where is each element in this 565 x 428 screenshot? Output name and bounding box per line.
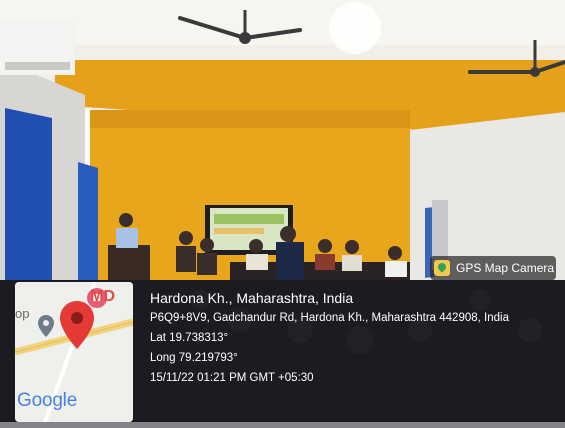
full-address: P6Q9+8V9, Gadchandur Rd, Hardona Kh., Ma… [150, 312, 509, 324]
app-badge-label: GPS Map Camera [456, 261, 555, 275]
timestamp: 15/11/22 01:21 PM GMT +05:30 [150, 372, 314, 384]
place-marker-icon [38, 315, 54, 337]
gps-map-camera-icon [434, 260, 450, 276]
gps-map-camera-badge: GPS Map Camera [430, 256, 556, 280]
longitude: Long 79.219793° [150, 352, 238, 364]
location-pin-icon [60, 301, 94, 349]
location-title: Hardona Kh., Maharashtra, India [150, 290, 354, 306]
google-logo: Google [17, 390, 78, 411]
photo-frame: GPS Map Camera MD op Google Hardona Kh.,… [0, 0, 565, 428]
location-text-block: Hardona Kh., Maharashtra, India P6Q9+8V9… [150, 288, 509, 388]
map-thumbnail: MD op Google [15, 282, 133, 422]
latitude: Lat 19.738313° [150, 332, 229, 344]
map-side-text: op [15, 306, 30, 321]
